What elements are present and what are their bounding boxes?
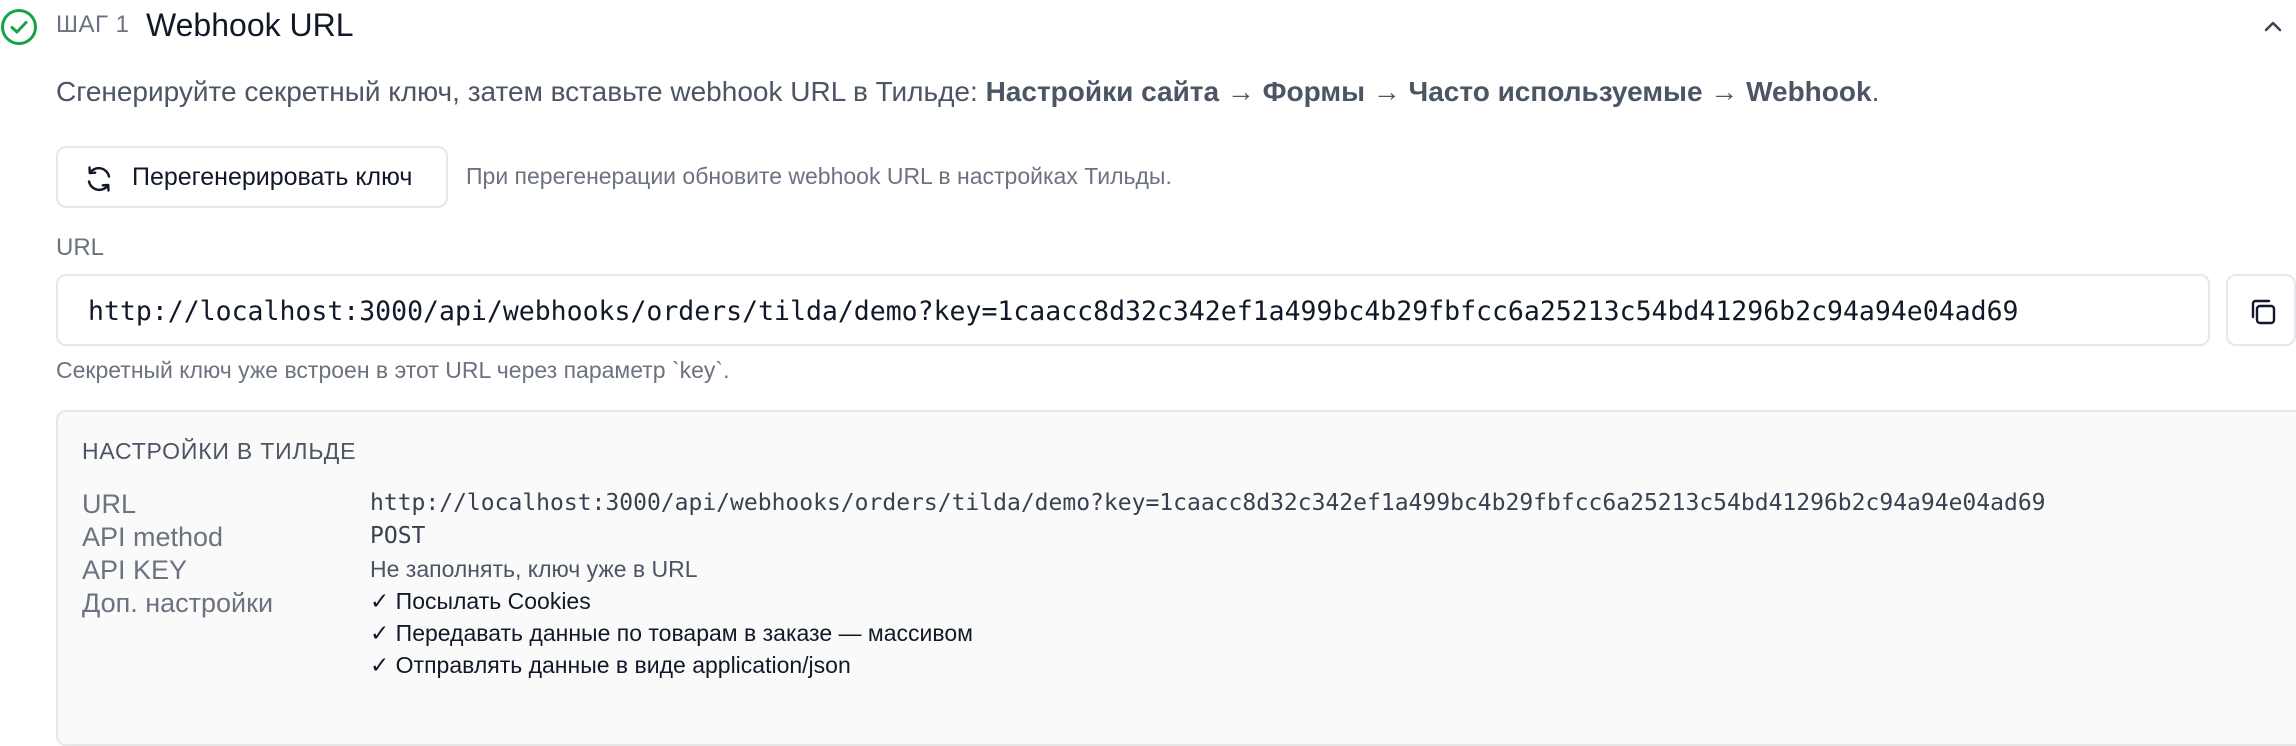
intro-text: Сгенерируйте секретный ключ, затем встав… (56, 76, 1879, 108)
refresh-icon (87, 166, 111, 192)
step-label: ШАГ 1 (56, 11, 130, 38)
settings-key-url: URL (82, 489, 137, 519)
settings-heading: НАСТРОЙКИ В ТИЛЬДЕ (82, 438, 357, 464)
step-header[interactable]: ШАГ 1 Webhook URL (0, 0, 2296, 52)
intro-settings-path: Настройки сайта → Формы → Часто использу… (985, 76, 1872, 107)
intro-text-end: . (1871, 76, 1880, 107)
settings-key-extra: Доп. настройки (82, 588, 274, 618)
regenerate-key-label: Перегенерировать ключ (132, 163, 413, 191)
url-hint: Секретный ключ уже встроен в этот URL че… (56, 357, 730, 383)
webhook-url-field[interactable]: http://localhost:3000/api/webhooks/order… (56, 274, 2210, 346)
step-title: Webhook URL (146, 7, 354, 43)
intro-text-start: Сгенерируйте секретный ключ, затем встав… (56, 76, 986, 107)
regenerate-key-button[interactable]: Перегенерировать ключ (56, 146, 448, 208)
chevron-up-icon[interactable] (2260, 14, 2286, 40)
copy-url-button[interactable] (2226, 274, 2296, 346)
settings-value-url[interactable]: http://localhost:3000/api/webhooks/order… (370, 490, 2046, 516)
webhook-url-value[interactable]: http://localhost:3000/api/webhooks/order… (88, 296, 2018, 327)
copy-icon (2251, 299, 2276, 325)
settings-option-json: ✓ Отправлять данные в виде application/j… (370, 652, 851, 678)
settings-value-api-key: Не заполнять, ключ уже в URL (370, 556, 698, 582)
settings-key-api-key: API KEY (82, 555, 188, 585)
settings-option-cookies: ✓ Посылать Cookies (370, 588, 591, 614)
regenerate-hint: При перегенерации обновите webhook URL в… (466, 163, 1172, 189)
check-circle-icon (1, 9, 37, 45)
url-label: URL (56, 234, 105, 261)
settings-value-api-method: POST (370, 523, 426, 549)
tilda-settings-panel: НАСТРОЙКИ В ТИЛЬДЕ URL http://localhost:… (56, 410, 2296, 746)
settings-key-api-method: API method (82, 522, 224, 552)
settings-option-products-array: ✓ Передавать данные по товарам в заказе … (370, 620, 973, 646)
